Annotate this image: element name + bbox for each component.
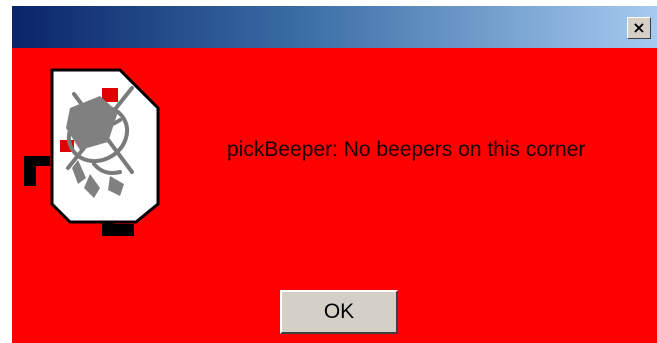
error-dialog: × pickBeeper: No beepers on this corner … [12,6,657,343]
title-bar[interactable]: × [12,6,657,48]
close-button[interactable]: × [627,17,651,39]
error-message: pickBeeper: No beepers on this corner [227,138,586,161]
close-icon: × [632,18,646,37]
karel-error-robot-icon [24,68,160,236]
ok-button-label: OK [323,300,355,323]
ok-button[interactable]: OK [280,290,398,334]
